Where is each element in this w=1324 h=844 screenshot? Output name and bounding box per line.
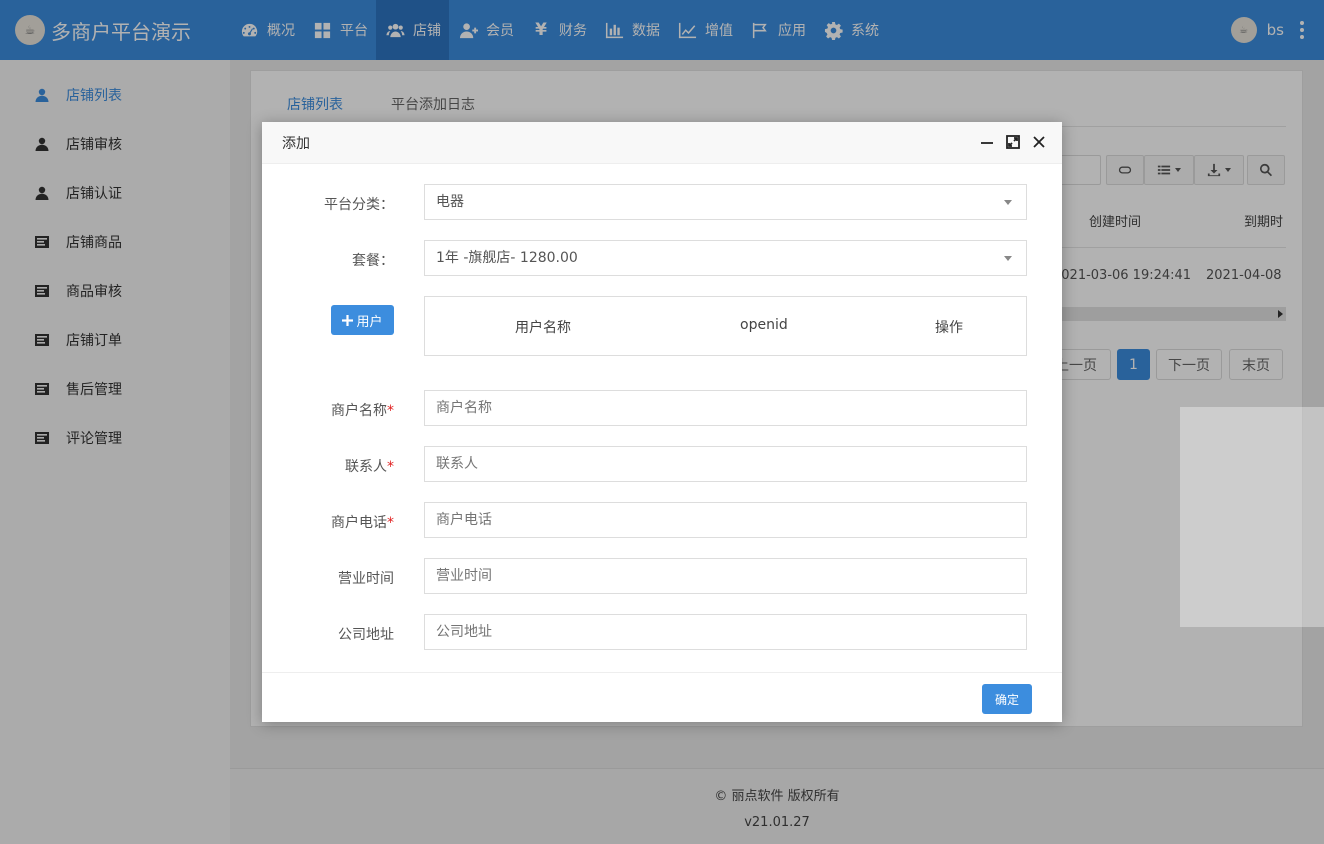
form-row-company-address: 公司地址 xyxy=(262,614,1062,650)
chevron-down-icon xyxy=(1004,200,1012,205)
business-hours-label: 营业时间 xyxy=(338,571,394,587)
package-select[interactable]: 1年 -旗舰店- 1280.00 xyxy=(424,240,1027,276)
plus-icon xyxy=(342,314,354,326)
ghost-panel xyxy=(1180,407,1324,627)
form-row-contact: 联系人* xyxy=(262,446,1062,482)
form-row-merchant-phone: 商户电话* xyxy=(262,502,1062,538)
form-row-category: 平台分类： 电器 xyxy=(262,184,1062,220)
form-row-business-hours: 营业时间 xyxy=(262,558,1062,594)
package-label: 套餐： xyxy=(352,253,394,269)
merchant-name-input[interactable] xyxy=(424,390,1027,426)
merchant-name-label: 商户名称* xyxy=(331,403,394,419)
category-select[interactable]: 电器 xyxy=(424,184,1027,220)
column-header-openid: openid xyxy=(740,317,788,333)
business-hours-input[interactable] xyxy=(424,558,1027,594)
confirm-button[interactable]: 确定 xyxy=(982,684,1032,714)
company-address-input[interactable] xyxy=(424,614,1027,650)
chevron-down-icon xyxy=(1004,256,1012,261)
column-header-action: 操作 xyxy=(935,320,963,336)
merchant-phone-input[interactable] xyxy=(424,502,1027,538)
dialog-controls xyxy=(980,135,1046,149)
dialog-title: 添加 xyxy=(282,135,310,152)
close-icon[interactable] xyxy=(1032,135,1046,149)
maximize-icon[interactable] xyxy=(1006,135,1020,149)
user-table: 用户名称 openid 操作 xyxy=(424,296,1027,356)
add-user-button[interactable]: 用户 xyxy=(331,305,394,335)
contact-input[interactable] xyxy=(424,446,1027,482)
add-dialog: 添加 平台分类： 电器 套餐： 1年 -旗舰店- 1280.00 用户 用户名称… xyxy=(262,122,1062,722)
dialog-header: 添加 xyxy=(262,122,1062,164)
add-user-label: 用户 xyxy=(356,314,383,330)
category-value: 电器 xyxy=(436,194,464,210)
contact-label: 联系人* xyxy=(345,459,394,475)
form-row-package: 套餐： 1年 -旗舰店- 1280.00 xyxy=(262,240,1062,276)
column-header-user-name: 用户名称 xyxy=(515,320,571,336)
package-value: 1年 -旗舰店- 1280.00 xyxy=(436,250,578,266)
form-row-merchant-name: 商户名称* xyxy=(262,390,1062,426)
merchant-phone-label: 商户电话* xyxy=(331,515,394,531)
company-address-label: 公司地址 xyxy=(338,627,394,643)
minimize-icon[interactable] xyxy=(980,135,994,149)
dialog-footer: 确定 xyxy=(262,672,1062,722)
category-label: 平台分类： xyxy=(324,197,394,213)
